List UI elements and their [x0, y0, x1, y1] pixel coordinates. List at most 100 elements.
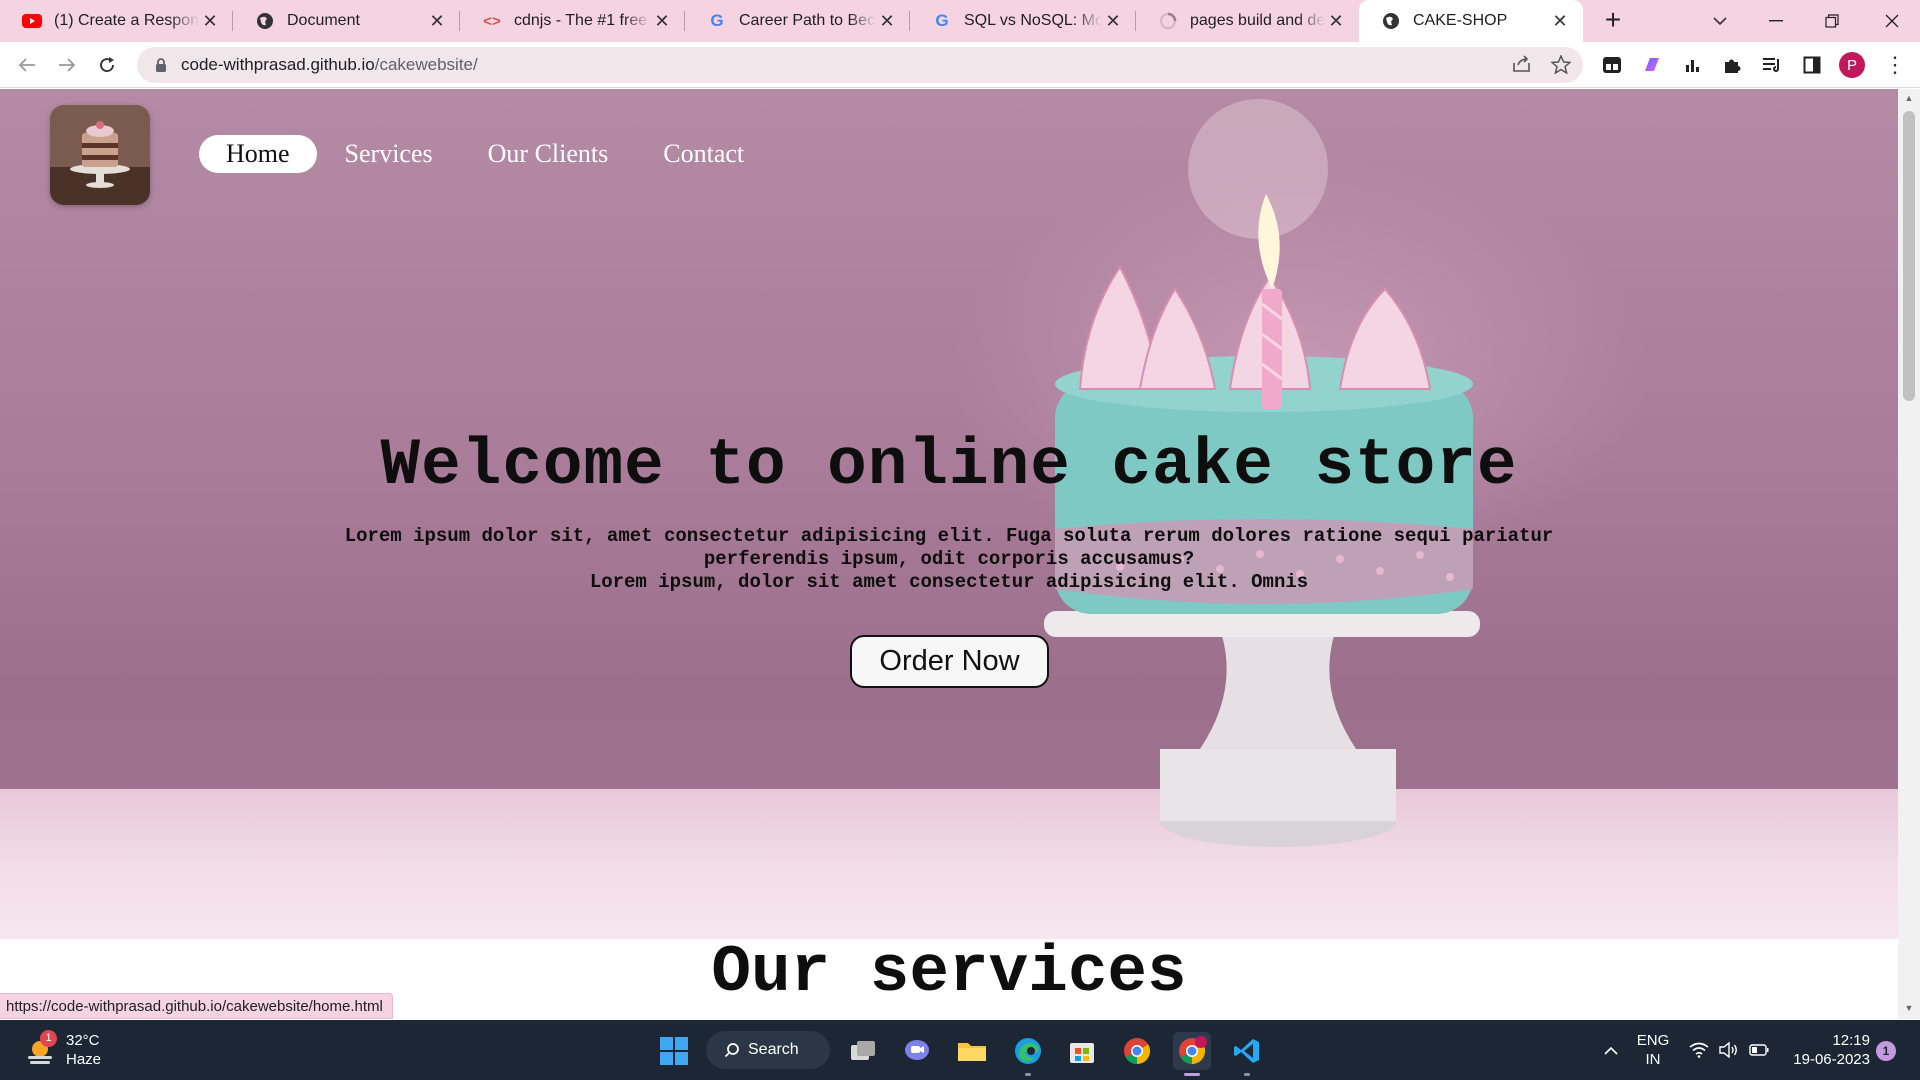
windows-start-icon[interactable] [655, 1032, 693, 1070]
globe-icon [1381, 11, 1401, 31]
taskbar-search[interactable]: Search [706, 1031, 830, 1069]
tab-title: SQL vs NoSQL: MongoDB [964, 12, 1102, 29]
chrome-profile-icon[interactable] [1173, 1032, 1211, 1070]
close-tab-icon[interactable]: ✕ [876, 10, 898, 32]
windows-taskbar: 1 32°C Haze Search ENG IN 12:19 19-06-20… [0, 1020, 1920, 1080]
google-icon: G [710, 11, 724, 30]
close-tab-icon[interactable]: ✕ [1549, 10, 1571, 32]
browser-tab-strip: (1) Create a Responsive ✕ Document ✕ <> … [0, 0, 1920, 42]
tab-title: CAKE-SHOP [1413, 12, 1508, 29]
weather-temperature: 32°C [66, 1032, 100, 1049]
nav-contact[interactable]: Contact [636, 135, 771, 173]
battery-icon[interactable] [1746, 1020, 1772, 1080]
tab-title: (1) Create a Responsive [54, 12, 199, 29]
link-status-bubble: https://code-withprasad.github.io/cakewe… [0, 993, 393, 1019]
hero-lead-text: Lorem ipsum dolor sit, amet consectetur … [300, 525, 1598, 594]
main-nav: Home Services Our Clients Contact [199, 135, 772, 173]
tab-youtube[interactable]: (1) Create a Responsive ✕ [0, 0, 233, 42]
page-viewport: Home Services Our Clients Contact Welcom… [0, 89, 1898, 1019]
site-logo[interactable] [50, 105, 150, 205]
page-scrollbar[interactable]: ▲ ▼ [1898, 89, 1920, 1019]
nav-services[interactable]: Services [318, 135, 460, 173]
loading-icon [1158, 11, 1178, 31]
tab-title: Career Path to Becom [739, 12, 876, 29]
tab-cake-shop[interactable]: CAKE-SHOP ✕ [1359, 0, 1583, 42]
browser-menu-icon[interactable]: ⋮ [1880, 50, 1910, 80]
region-code: IN [1645, 1051, 1661, 1068]
restore-button[interactable] [1804, 0, 1860, 42]
reload-icon [100, 57, 114, 72]
close-window-button[interactable] [1864, 0, 1920, 42]
minimize-button[interactable] [1748, 0, 1804, 42]
hero-lead-line: Lorem ipsum, dolor sit amet consectetur … [589, 571, 1309, 593]
hero-headline: Welcome to online cake store [380, 428, 1518, 503]
tab-cdnjs[interactable]: <> cdnjs - The #1 free and ✕ [460, 0, 685, 42]
hero-lead-line: Lorem ipsum dolor sit, amet consectetur … [344, 525, 1554, 570]
arrow-left-icon [18, 58, 35, 72]
youtube-icon [22, 11, 42, 31]
tab-title: cdnjs - The #1 free and [514, 12, 651, 29]
wifi-icon[interactable] [1686, 1020, 1712, 1080]
back-button[interactable] [11, 49, 43, 81]
weather-widget[interactable]: 1 32°C Haze [24, 1030, 144, 1072]
profile-avatar[interactable]: P [1839, 52, 1865, 78]
tab-sql-nosql[interactable]: G SQL vs NoSQL: MongoDB ✕ [910, 0, 1136, 42]
tab-document[interactable]: Document ✕ [233, 0, 460, 42]
show-hidden-icons-chevron-icon[interactable] [1598, 1020, 1624, 1080]
vscode-icon[interactable] [1228, 1032, 1266, 1070]
lock-icon[interactable] [151, 55, 171, 75]
hero-section: Home Services Our Clients Contact Welcom… [0, 89, 1898, 939]
close-tab-icon[interactable]: ✕ [651, 10, 673, 32]
clock-date: 19-06-2023 [1793, 1051, 1870, 1068]
extensions-puzzle-icon[interactable] [1717, 50, 1747, 80]
code-icon: <> [483, 12, 501, 30]
clock-time: 12:19 [1832, 1032, 1870, 1049]
browser-toolbar: code-withprasad.github.io/cakewebsite/ [0, 42, 1920, 88]
scroll-up-icon[interactable]: ▲ [1903, 93, 1915, 105]
order-now-button[interactable]: Order Now [850, 635, 1049, 688]
side-panel-icon[interactable] [1797, 50, 1827, 80]
scroll-thumb[interactable] [1903, 111, 1915, 401]
cake-illustration [1044, 99, 1480, 847]
tab-search-button[interactable] [1692, 0, 1748, 42]
teams-chat-icon[interactable] [898, 1032, 936, 1070]
search-label: Search [748, 1041, 799, 1058]
extension-gradient-icon[interactable] [1637, 50, 1667, 80]
chrome-icon[interactable] [1118, 1032, 1156, 1070]
nav-our-clients[interactable]: Our Clients [461, 135, 636, 173]
close-tab-icon[interactable]: ✕ [199, 10, 221, 32]
close-tab-icon[interactable]: ✕ [1102, 10, 1124, 32]
globe-icon [255, 11, 275, 31]
media-queue-icon[interactable] [1757, 50, 1787, 80]
language-code: ENG [1636, 1032, 1670, 1049]
close-tab-icon[interactable]: ✕ [1325, 10, 1347, 32]
url-text[interactable]: code-withprasad.github.io/cakewebsite/ [181, 55, 478, 75]
address-bar[interactable]: code-withprasad.github.io/cakewebsite/ [137, 47, 1583, 83]
arrow-right-icon [59, 58, 76, 72]
language-indicator[interactable]: ENG IN [1630, 1020, 1676, 1080]
forward-button[interactable] [51, 49, 83, 81]
cake-logo-icon [50, 105, 150, 205]
scroll-down-icon[interactable]: ▼ [1903, 1003, 1915, 1015]
tab-title: pages build and deploy [1190, 12, 1325, 29]
notification-badge[interactable]: 1 [1876, 1041, 1896, 1061]
reload-button[interactable] [91, 49, 123, 81]
share-icon[interactable] [1508, 50, 1536, 78]
search-icon [724, 1043, 739, 1058]
new-tab-button[interactable]: + [1597, 5, 1629, 37]
microsoft-store-icon[interactable] [1063, 1032, 1101, 1070]
volume-icon[interactable] [1716, 1020, 1742, 1080]
bookmark-star-icon[interactable] [1547, 50, 1575, 78]
close-tab-icon[interactable]: ✕ [426, 10, 448, 32]
tab-career-path[interactable]: G Career Path to Becom ✕ [685, 0, 910, 42]
task-view-icon[interactable] [844, 1032, 882, 1070]
clock[interactable]: 12:19 19-06-2023 [1780, 1020, 1870, 1080]
edge-browser-icon[interactable] [1009, 1032, 1047, 1070]
extension-grid-icon[interactable] [1597, 50, 1627, 80]
tab-pages-build[interactable]: pages build and deploy ✕ [1136, 0, 1359, 42]
extension-chart-icon[interactable] [1678, 50, 1708, 80]
weather-badge: 1 [40, 1030, 57, 1047]
nav-home[interactable]: Home [199, 135, 317, 173]
file-explorer-icon[interactable] [953, 1032, 991, 1070]
weather-condition: Haze [66, 1051, 102, 1068]
